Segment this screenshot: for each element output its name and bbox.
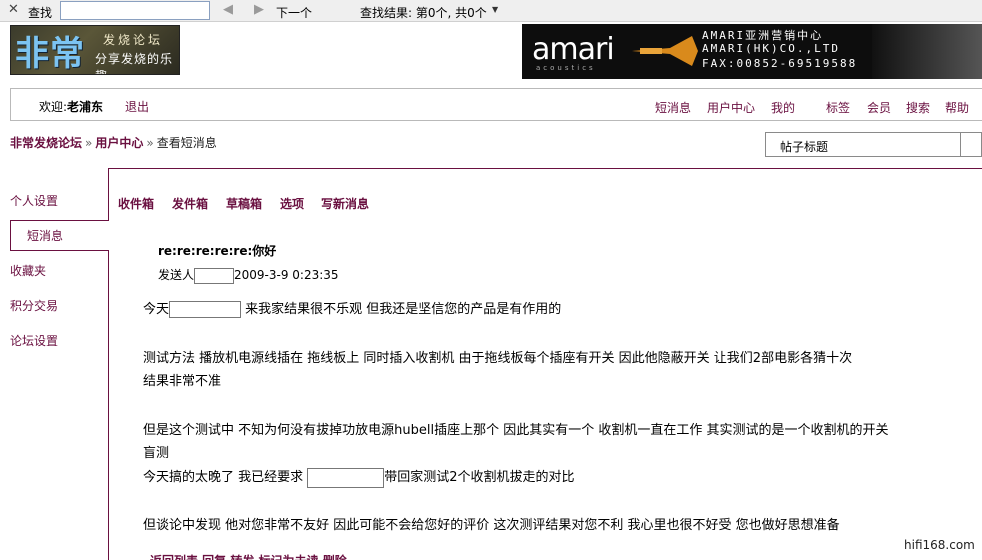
nav-my[interactable]: 我的 <box>771 99 795 116</box>
find-result-text: 查找结果: 第0个, 共0个 <box>360 6 487 20</box>
logo-subtitle-2: 分享发烧的乐趣 <box>95 52 174 74</box>
watermark: hifi168.com <box>904 538 975 552</box>
arrow-left-icon[interactable]: ◀ <box>223 2 233 17</box>
breadcrumb-user-center[interactable]: 用户中心 <box>95 134 143 151</box>
breadcrumb-separator: » <box>146 136 154 150</box>
message-text: 今天 <box>143 302 170 317</box>
breadcrumb-forum[interactable]: 非常发烧论坛 <box>10 134 82 151</box>
message-paragraph-3b: 盲测 <box>143 446 170 461</box>
ad-line-2: AMARI(HK)CO.,LTD <box>702 42 840 55</box>
find-input[interactable] <box>60 1 210 20</box>
breadcrumb: 非常发烧论坛» 用户中心» 查看短消息 <box>10 134 217 151</box>
breadcrumb-separator: » <box>85 136 93 150</box>
ad-line-1: AMARI亚洲营销中心 <box>702 29 824 42</box>
nav-messages[interactable]: 短消息 <box>655 99 691 116</box>
ad-line-3: FAX:00852-69519588 <box>702 57 858 70</box>
find-label: 查找 <box>28 6 53 20</box>
top-nav: 欢迎:老浦东 退出 短消息 用户中心 我的 标签 会员 搜索 帮助 <box>10 88 982 121</box>
message-paragraph-5: 但谈论中发现 他对您非常不友好 因此可能不会给您好的评价 这次测评结果对您不利 … <box>143 518 840 533</box>
logout-link[interactable]: 退出 <box>125 98 149 115</box>
logo-title: 非常 <box>15 34 85 74</box>
message-paragraph-3a: 但是这个测试中 不知为何没有拔掉功放电源hubell插座上那个 因此其实有一个 … <box>143 423 889 438</box>
tab-options[interactable]: 选项 <box>280 195 304 212</box>
message-meta: 发送人 2009-3-9 0:23:35 <box>158 266 339 284</box>
message-paragraph-2b: 结果非常不准 <box>143 374 222 389</box>
ad-brand-sub: acoustics <box>536 64 596 72</box>
message-text: 带回家测试2个收割机拔走的对比 <box>384 470 575 485</box>
tab-inbox[interactable]: 收件箱 <box>118 195 154 212</box>
guitar-image <box>872 24 982 79</box>
search-type-label: 帖子标题 <box>780 140 829 154</box>
welcome-text: 欢迎:老浦东 <box>39 98 103 115</box>
username[interactable]: 老浦东 <box>67 100 103 114</box>
sidebar-item-label: 短消息 <box>27 229 64 243</box>
message-datetime: 2009-3-9 0:23:35 <box>234 268 339 282</box>
tab-compose[interactable]: 写新消息 <box>321 195 369 212</box>
forum-logo[interactable]: 非常 发烧论坛 分享发烧的乐趣 <box>10 25 180 75</box>
logo-subtitle-1: 发烧论坛 <box>103 33 164 47</box>
nav-help[interactable]: 帮助 <box>945 99 969 116</box>
redacted-name <box>307 467 385 488</box>
arrow-right-icon[interactable]: ▶ <box>254 2 264 17</box>
nav-members[interactable]: 会员 <box>867 99 891 116</box>
chevron-down-icon[interactable]: ▼ <box>492 5 498 14</box>
message-paragraph-2a: 测试方法 播放机电源线插在 拖线板上 同时插入收割机 由于拖线板每个插座有开关 … <box>143 351 853 366</box>
sidebar-item-favorites[interactable]: 收藏夹 <box>10 262 46 279</box>
sidebar-item-profile[interactable]: 个人设置 <box>10 192 58 209</box>
nav-user-center[interactable]: 用户中心 <box>707 99 755 116</box>
welcome-prefix: 欢迎: <box>39 100 68 114</box>
nav-tags[interactable]: 标签 <box>826 99 850 116</box>
find-next-button[interactable]: 下一个 <box>276 4 312 21</box>
search-select[interactable]: 帖子标题 <box>765 132 982 157</box>
tab-drafts[interactable]: 草稿箱 <box>226 195 262 212</box>
find-bar: ✕ 查找 ◀ ▶ 下一个 查找结果: 第0个, 共0个 ▼ <box>0 0 982 22</box>
ad-brand: amari <box>532 32 615 67</box>
redacted-sender <box>194 267 235 284</box>
close-icon[interactable]: ✕ <box>8 2 19 17</box>
nav-search[interactable]: 搜索 <box>906 99 930 116</box>
message-paragraph-1: 今天 来我家结果很不乐观 但我还是坚信您的产品是有作用的 <box>143 298 561 318</box>
tab-outbox[interactable]: 发件箱 <box>172 195 208 212</box>
message-text: 今天搞的太晚了 我已经要求 <box>143 470 304 485</box>
sidebar-item-forum-settings[interactable]: 论坛设置 <box>10 332 58 349</box>
redacted-name <box>169 301 242 318</box>
trumpet-icon <box>632 36 698 66</box>
sidebar-item-credits[interactable]: 积分交易 <box>10 297 58 314</box>
breadcrumb-current: 查看短消息 <box>156 136 217 150</box>
message-paragraph-4: 今天搞的太晚了 我已经要求 带回家测试2个收割机拔走的对比 <box>143 466 575 488</box>
message-actions[interactable]: 返回列表 回复 转发 标记为未读 删除 <box>150 552 347 560</box>
ad-banner[interactable]: amari acoustics AMARI亚洲营销中心 AMARI(HK)CO.… <box>522 24 982 79</box>
message-subject: re:re:re:re:re:你好 <box>158 244 277 258</box>
sender-label: 发送人 <box>158 268 195 282</box>
sidebar-item-messages[interactable]: 短消息 <box>10 220 109 251</box>
message-text: 来我家结果很不乐观 但我还是坚信您的产品是有作用的 <box>245 302 562 317</box>
search-divider <box>960 133 961 156</box>
